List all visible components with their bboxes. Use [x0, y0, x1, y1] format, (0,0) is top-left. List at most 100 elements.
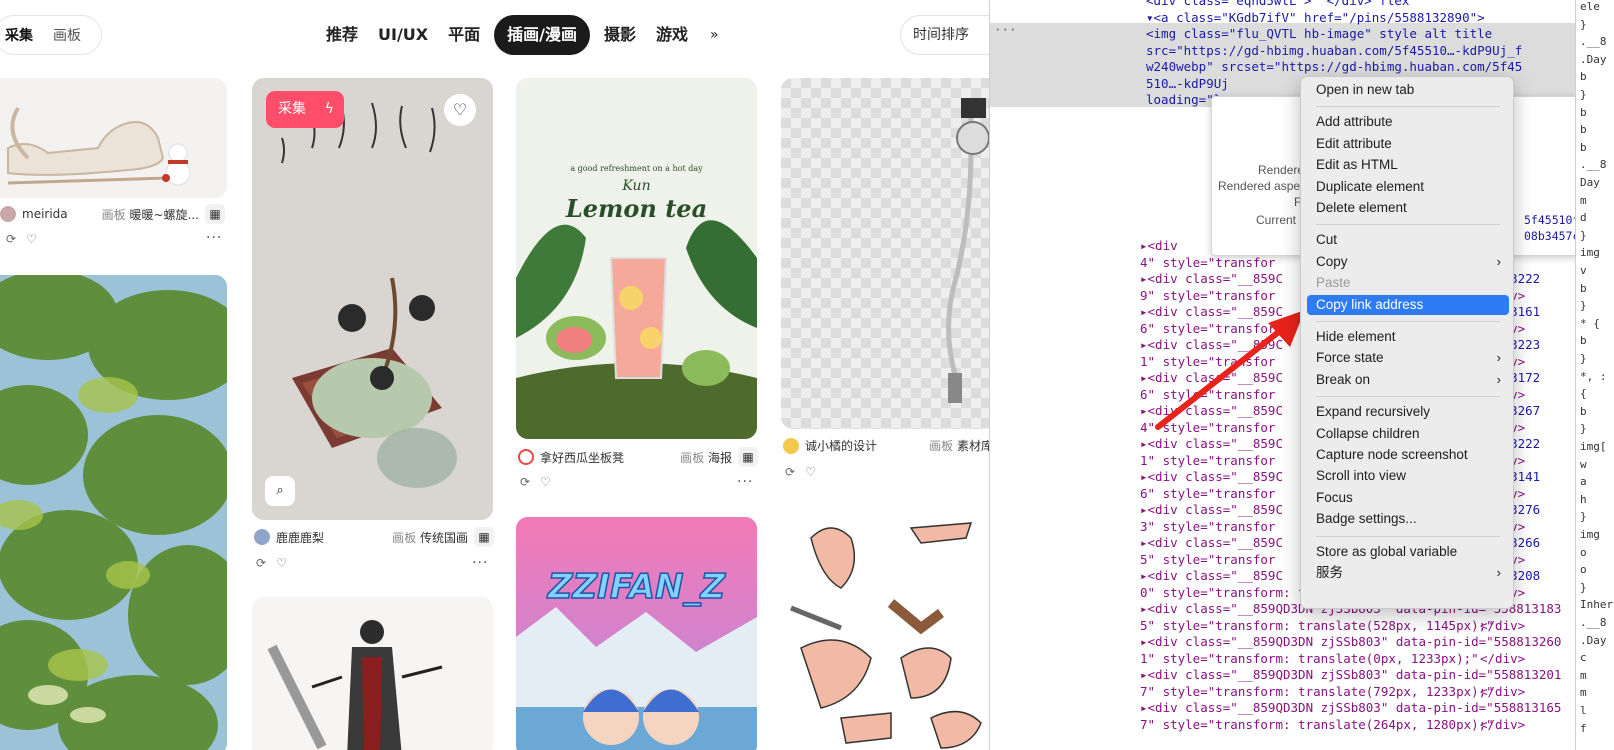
pin-card-sleigh[interactable]: [0, 78, 227, 198]
category-tab-game[interactable]: 游戏: [650, 15, 694, 55]
pin-card-lemon-tea[interactable]: a good refreshment on a hot day Kun Lemo…: [516, 78, 757, 439]
dom-node-line[interactable]: ▾<a class="KGdb7ifV" href="/pins/5588132…: [1146, 10, 1485, 27]
heart-icon[interactable]: ♡: [540, 475, 551, 489]
swordsman-image: [252, 597, 493, 750]
menu-item-copy-link-address[interactable]: Copy link address: [1307, 294, 1509, 315]
category-tab-uiux[interactable]: UI/UX: [372, 15, 434, 55]
style-rule-fragment: f: [1580, 721, 1587, 735]
menu-item-hide-element[interactable]: Hide element: [1307, 327, 1509, 347]
dom-node-line[interactable]: w240webp" srcset="https://gd-hbimg.huaba…: [1146, 59, 1522, 76]
board-grid-icon[interactable]: ▦: [474, 527, 494, 547]
menu-item-focus[interactable]: Focus: [1307, 488, 1509, 508]
more-icon[interactable]: ···: [472, 555, 488, 571]
category-tab-recommend[interactable]: 推荐: [320, 15, 364, 55]
board-name[interactable]: 暖暖~螺旋...: [130, 208, 200, 222]
menu-item-copy[interactable]: Copy ›: [1307, 252, 1509, 272]
menu-item-store-as-global-variable[interactable]: Store as global variable: [1307, 542, 1509, 562]
menu-item-capture-node-screenshot[interactable]: Capture node screenshot: [1307, 445, 1509, 465]
dom-node-line[interactable]: <img class="flu_QVTL hb-image" style alt…: [1146, 26, 1492, 43]
sleigh-image: [0, 78, 227, 198]
menu-item-服务[interactable]: 服务 ›: [1307, 563, 1509, 583]
category-tab-photo[interactable]: 摄影: [598, 15, 642, 55]
collect-button[interactable]: 采集 ϟ: [266, 91, 344, 128]
repin-icon[interactable]: ⟳: [6, 232, 16, 246]
menu-item-badge-settings[interactable]: Badge settings...: [1307, 509, 1509, 529]
sort-dropdown[interactable]: 时间排序: [900, 15, 989, 55]
board-name[interactable]: 海报: [708, 451, 732, 465]
dom-node-line[interactable]: ▸<div class="__859QD3DN zjSSb803" data-p…: [1140, 700, 1578, 717]
board-name[interactable]: 素材库: [957, 439, 989, 453]
menu-item-label: 服务: [1316, 565, 1343, 580]
menu-item-scroll-into-view[interactable]: Scroll into view: [1307, 466, 1509, 486]
dom-node-line[interactable]: <div class="eqnd5wtL"> </div> flex: [1146, 0, 1409, 10]
submenu-chevron-icon: ›: [1496, 350, 1501, 366]
dom-node-line[interactable]: 5" style="transform: translate(528px, 11…: [1140, 618, 1578, 635]
menu-separator: [1316, 106, 1500, 108]
category-nav: 推荐 UI/UX 平面 插画/漫画 摄影 游戏 »: [320, 15, 727, 55]
board-label: 画板: [680, 450, 705, 465]
pin-username[interactable]: 鹿鹿鹿梨: [276, 529, 324, 546]
style-rule-fragment: {: [1580, 387, 1587, 401]
board-label: 画板: [101, 207, 126, 222]
pin-username[interactable]: meirida: [22, 207, 68, 221]
pin-card-swordsman[interactable]: [252, 597, 493, 750]
pin-card-zzifan[interactable]: ZZIFAN_Z: [516, 517, 757, 750]
pin-username[interactable]: 诚小橘的设计: [805, 437, 877, 454]
user-avatar[interactable]: [783, 437, 799, 454]
category-tab-graphic[interactable]: 平面: [442, 15, 486, 55]
style-rule-fragment: }: [1580, 580, 1587, 594]
repin-icon[interactable]: ⟳: [785, 465, 795, 479]
board-label: 画板: [392, 530, 417, 545]
menu-item-break-on[interactable]: Break on ›: [1307, 370, 1509, 390]
dom-node-line[interactable]: 7" style="transform: translate(792px, 12…: [1140, 684, 1578, 701]
menu-item-label: Scroll into view: [1316, 468, 1407, 484]
user-avatar[interactable]: [518, 449, 534, 465]
menu-item-add-attribute[interactable]: Add attribute: [1307, 112, 1509, 132]
repin-icon[interactable]: ⟳: [256, 556, 266, 570]
dom-node-line[interactable]: ▸<div class="__859QD3DN zjSSb803" data-p…: [1140, 667, 1578, 684]
user-avatar[interactable]: [254, 529, 270, 545]
pin-card-leaves[interactable]: [0, 275, 227, 750]
style-rule-fragment: }: [1580, 352, 1587, 365]
pin-card-tonearm[interactable]: [781, 78, 989, 429]
more-categories-icon[interactable]: »: [702, 27, 727, 43]
pin-card-guohua[interactable]: [252, 78, 493, 520]
view-toggle-board[interactable]: 画板: [43, 25, 91, 45]
board-grid-icon[interactable]: ▦: [205, 204, 225, 224]
style-rule-fragment: }: [1580, 228, 1587, 242]
menu-item-collapse-children[interactable]: Collapse children: [1307, 424, 1509, 444]
menu-item-cut[interactable]: Cut: [1307, 230, 1509, 250]
style-rule-fragment: img: [1580, 528, 1600, 541]
pin-card-hands[interactable]: [781, 508, 989, 750]
menu-item-duplicate-element[interactable]: Duplicate element: [1307, 177, 1509, 197]
menu-item-open-in-new-tab[interactable]: Open in new tab: [1307, 80, 1509, 100]
dom-node-line[interactable]: ▸<div class="__859QD3DN zjSSb803" data-p…: [1140, 634, 1578, 651]
pin-actions: ⟳ ♡: [6, 232, 37, 246]
like-heart-icon[interactable]: ♡: [444, 94, 476, 126]
pin-username[interactable]: 拿好西瓜坐板凳: [540, 449, 624, 466]
menu-item-edit-as-html[interactable]: Edit as HTML: [1307, 155, 1509, 175]
menu-item-force-state[interactable]: Force state ›: [1307, 348, 1509, 368]
view-toggle-collect[interactable]: 采集: [0, 25, 43, 45]
visual-search-icon[interactable]: ⌕: [265, 476, 295, 506]
more-icon[interactable]: ···: [737, 474, 753, 490]
menu-item-label: Duplicate element: [1316, 178, 1425, 194]
repin-icon[interactable]: ⟳: [520, 475, 530, 489]
heart-icon[interactable]: ♡: [276, 556, 287, 570]
more-icon[interactable]: ···: [206, 230, 222, 246]
category-tab-illustration[interactable]: 插画/漫画: [494, 15, 591, 55]
user-avatar[interactable]: [0, 206, 16, 222]
dom-node-line[interactable]: 1" style="transform: translate(0px, 1233…: [1140, 651, 1578, 668]
heart-icon[interactable]: ♡: [805, 465, 816, 479]
menu-item-edit-attribute[interactable]: Edit attribute: [1307, 134, 1509, 154]
menu-item-expand-recursively[interactable]: Expand recursively: [1307, 402, 1509, 422]
menu-item-delete-element[interactable]: Delete element: [1307, 198, 1509, 218]
heart-icon[interactable]: ♡: [26, 232, 37, 246]
menu-item-label: Focus: [1316, 489, 1353, 505]
ellipsis-gutter-icon[interactable]: ···: [994, 22, 1017, 37]
dom-node-line[interactable]: 7" style="transform: translate(264px, 12…: [1140, 717, 1578, 734]
board-name[interactable]: 传统国画: [420, 531, 468, 545]
board-grid-icon[interactable]: ▦: [738, 447, 758, 467]
style-rule-fragment: *, :: [1580, 369, 1607, 383]
dom-node-line[interactable]: src="https://gd-hbimg.huaban.com/5f45510…: [1146, 43, 1522, 60]
